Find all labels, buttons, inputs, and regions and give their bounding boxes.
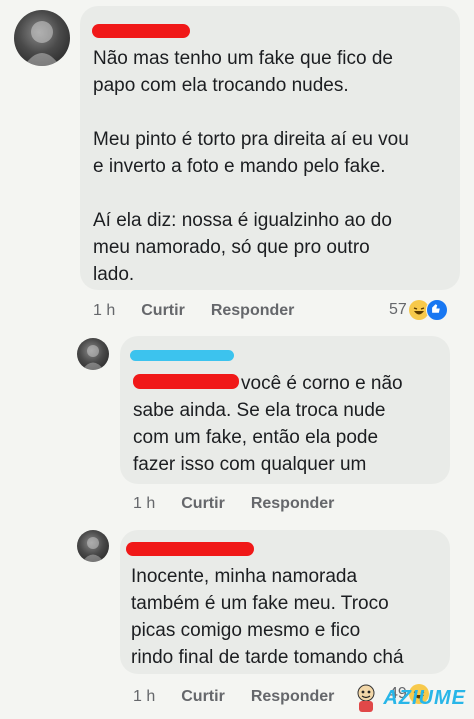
like-button[interactable]: Curtir <box>181 688 225 706</box>
watermark: AZIUME <box>353 683 466 713</box>
person-avatar-icon <box>82 537 104 562</box>
reply-button[interactable]: Responder <box>251 688 335 706</box>
comment-actions: 1 h Curtir Responder <box>133 495 334 513</box>
comment-text: você é corno e não sabe ainda. Se ela tr… <box>133 373 403 475</box>
comment-text: Não mas tenho um fake que fico de papo c… <box>93 48 409 285</box>
person-avatar-icon <box>24 21 60 66</box>
author-name-redacted <box>130 350 234 361</box>
comment-time: 1 h <box>93 302 116 319</box>
avatar[interactable] <box>77 530 109 562</box>
mascot-logo-icon <box>357 684 375 712</box>
comment-actions: 1 h Curtir Responder <box>133 688 334 706</box>
author-name-redacted <box>92 24 190 38</box>
avatar[interactable] <box>77 338 109 370</box>
like-button[interactable]: Curtir <box>181 495 225 513</box>
reply-button[interactable]: Responder <box>211 302 295 320</box>
watermark-text: AZIUME <box>383 686 466 709</box>
comment-bubble: Não mas tenho um fake que fico de papo c… <box>80 6 460 290</box>
reply-button[interactable]: Responder <box>251 495 335 513</box>
reply-bubble: Inocente, minha namorada também é um fak… <box>120 530 450 674</box>
reply-bubble: você é corno e não sabe ainda. Se ela tr… <box>120 336 450 484</box>
reaction-count: 57 <box>389 301 407 318</box>
avatar[interactable] <box>14 10 70 66</box>
like-icon <box>425 299 448 321</box>
comment-actions: 1 h Curtir Responder <box>93 302 294 320</box>
author-name-redacted <box>126 542 254 556</box>
like-button[interactable]: Curtir <box>141 302 185 320</box>
comment-text: Inocente, minha namorada também é um fak… <box>131 566 404 668</box>
comment-time: 1 h <box>133 688 156 705</box>
comment-time: 1 h <box>133 495 156 512</box>
reaction-summary[interactable]: 57 <box>389 299 448 321</box>
person-avatar-icon <box>82 345 104 370</box>
